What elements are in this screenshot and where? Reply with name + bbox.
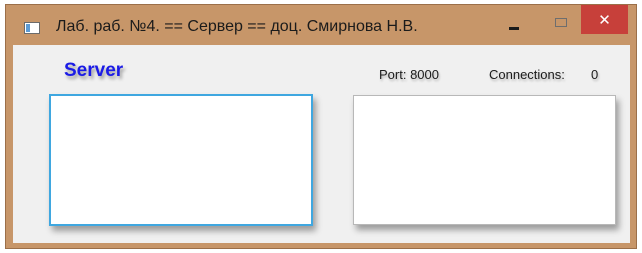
client-area: Server Port: 8000 Connections: 0 [13,45,630,243]
connections-count: 0 [591,67,599,82]
title-bar[interactable]: Лаб. раб. №4. == Сервер == доц. Смирнова… [6,5,636,45]
minimize-button[interactable] [509,27,519,30]
window-title: Лаб. раб. №4. == Сервер == доц. Смирнова… [56,18,418,35]
close-icon: ✕ [598,10,611,29]
port-label: Port: 8000 [379,67,439,82]
maximize-button[interactable] [555,18,567,27]
app-window: Лаб. раб. №4. == Сервер == доц. Смирнова… [5,4,637,249]
clients-listbox[interactable] [353,95,616,225]
connections-label: Connections: [489,67,565,82]
app-window-icon[interactable] [24,22,40,34]
close-button[interactable]: ✕ [581,5,628,34]
server-label: Server [64,60,124,81]
server-log-textbox[interactable] [49,94,313,226]
